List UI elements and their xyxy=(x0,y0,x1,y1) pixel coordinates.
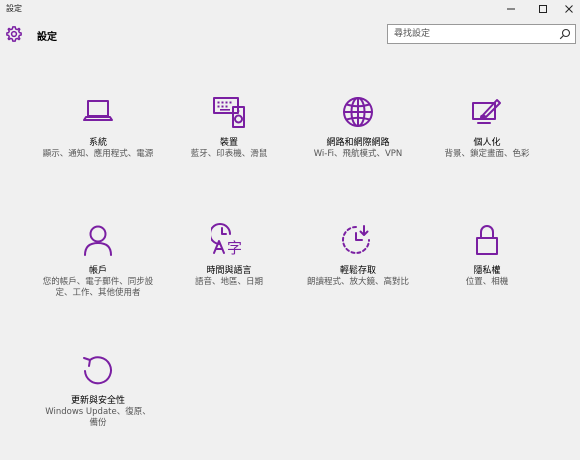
close-button[interactable] xyxy=(554,0,580,18)
tile-description: 背景、鎖定畫面、色彩 xyxy=(444,149,530,159)
page-title: 設定 xyxy=(37,32,57,43)
tile-label: 個人化 xyxy=(473,138,501,148)
tile-label: 時間與語言 xyxy=(206,266,252,276)
update-icon xyxy=(83,356,112,385)
time-language-icon: 字 xyxy=(209,223,242,257)
tile-accounts[interactable]: 帳戶 您的帳戶、電子郵件、同步設定、工作、其他使用者 xyxy=(38,222,158,299)
tile-update-security[interactable]: 更新與安全性 Windows Update、復原、備份 xyxy=(38,352,158,429)
tile-time-language[interactable]: 字 時間與語言 語音、地區、日期 xyxy=(169,222,289,288)
gear-icon xyxy=(6,26,22,42)
app-header: 設定 xyxy=(0,18,580,54)
window-title: 設定 xyxy=(6,4,22,13)
tile-label: 輕鬆存取 xyxy=(339,266,376,276)
tile-description: 顯示、通知、應用程式、電源 xyxy=(42,149,154,159)
close-icon xyxy=(565,5,573,13)
title-bar: 設定 xyxy=(0,0,580,18)
tile-description: 朗讀程式、放大鏡、高對比 xyxy=(306,277,409,287)
tile-label: 網路和網際網路 xyxy=(326,138,390,148)
tile-label: 系統 xyxy=(88,138,107,148)
tile-label: 更新與安全性 xyxy=(70,396,125,406)
laptop-icon xyxy=(83,100,113,121)
tile-network[interactable]: 網路和網際網路 Wi-Fi、飛航模式、VPN xyxy=(298,94,418,160)
search-icon[interactable] xyxy=(559,28,571,40)
lock-icon xyxy=(476,225,498,255)
globe-icon xyxy=(343,97,373,127)
minimize-button[interactable] xyxy=(496,0,526,18)
search-box[interactable] xyxy=(387,24,576,44)
paint-display-icon xyxy=(472,99,501,124)
tile-description: Windows Update、復原、備份 xyxy=(45,407,151,428)
tile-system[interactable]: 系統 顯示、通知、應用程式、電源 xyxy=(38,94,158,160)
keyboard-speaker-icon xyxy=(213,97,245,128)
tile-personalization[interactable]: 個人化 背景、鎖定畫面、色彩 xyxy=(427,94,547,160)
svg-text:字: 字 xyxy=(227,239,242,257)
search-input[interactable] xyxy=(394,27,554,41)
tile-description: Wi-Fi、飛航模式、VPN xyxy=(313,149,403,159)
tile-description: 語音、地區、日期 xyxy=(194,277,263,287)
tile-description: 位置、相機 xyxy=(465,277,509,287)
ease-of-access-icon xyxy=(342,225,370,254)
tile-description: 您的帳戶、電子郵件、同步設定、工作、其他使用者 xyxy=(42,277,154,298)
maximize-icon xyxy=(539,5,547,13)
tile-label: 裝置 xyxy=(219,138,238,148)
tile-ease-of-access[interactable]: 輕鬆存取 朗讀程式、放大鏡、高對比 xyxy=(298,222,418,288)
person-icon xyxy=(84,225,112,256)
minimize-icon xyxy=(507,8,515,10)
tile-devices[interactable]: 裝置 藍牙、印表機、滑鼠 xyxy=(169,94,289,160)
tile-description: 藍牙、印表機、滑鼠 xyxy=(190,149,268,159)
tile-privacy[interactable]: 隱私權 位置、相機 xyxy=(427,222,547,288)
tile-label: 帳戶 xyxy=(88,266,107,276)
tile-label: 隱私權 xyxy=(473,266,501,276)
